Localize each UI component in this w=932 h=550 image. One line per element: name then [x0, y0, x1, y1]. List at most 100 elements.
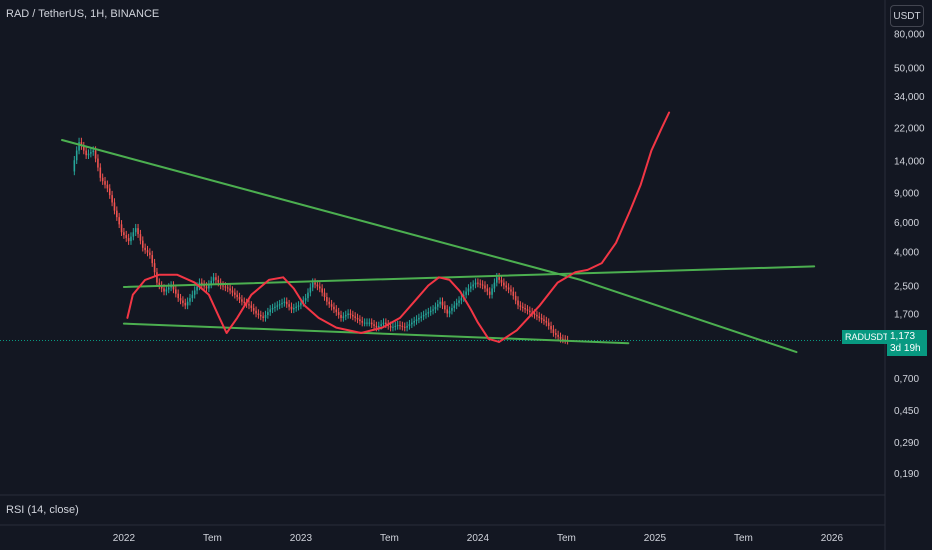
candle-body: [538, 316, 541, 318]
candle-body: [335, 309, 338, 313]
candle-body: [189, 298, 191, 302]
candle-body: [368, 322, 371, 324]
candle-body: [97, 158, 99, 168]
y-tick-label: 80,000: [894, 30, 925, 41]
candle-body: [543, 319, 545, 322]
candle-body: [328, 301, 331, 305]
candle-body: [259, 314, 262, 317]
candle-body: [455, 302, 458, 306]
candle-body: [196, 286, 198, 291]
chart-title: RAD / TetherUS, 1H, BINANCE: [6, 8, 160, 20]
candle-body: [134, 228, 137, 233]
candle-body: [330, 304, 333, 307]
candle-body: [184, 302, 187, 306]
candle-body: [392, 326, 394, 328]
candle-body: [361, 321, 364, 323]
candle-body: [465, 291, 467, 295]
x-tick-label: 2024: [467, 533, 490, 544]
y-tick-label: 0,290: [894, 438, 919, 449]
candle-body: [486, 288, 489, 292]
candle-body: [521, 306, 524, 309]
candle-body: [316, 284, 319, 287]
candle-body: [444, 305, 446, 310]
candle-body: [307, 292, 309, 299]
candle-body: [488, 291, 491, 295]
candle-body: [300, 302, 302, 306]
candle-body: [309, 287, 312, 293]
candle-body: [146, 250, 149, 253]
candle-body: [92, 150, 95, 153]
x-tick-label: 2022: [113, 533, 136, 544]
candle-body: [479, 283, 482, 285]
candle-body: [477, 282, 479, 284]
candle-body: [427, 312, 430, 314]
candle-body: [340, 314, 342, 318]
candle-body: [333, 306, 335, 310]
neckline-trendline: [122, 265, 816, 288]
candle-body: [304, 298, 307, 301]
candle-body: [87, 153, 90, 156]
x-tick-label: Tem: [557, 533, 576, 544]
candle-body: [363, 322, 366, 324]
candle-body: [425, 313, 427, 315]
candle-body: [288, 304, 290, 307]
candle-body: [321, 288, 323, 293]
candle-body: [153, 263, 156, 273]
candle-body: [165, 289, 168, 292]
candle-body: [557, 334, 559, 337]
candle-body: [156, 272, 158, 283]
candle-body: [366, 322, 368, 324]
candle-body: [529, 310, 531, 313]
candle-body: [545, 321, 548, 323]
currency-button[interactable]: USDT: [890, 5, 924, 27]
price-chart[interactable]: 80,000 50,000 34,000 22,000 14,000 9,000 6,000…: [0, 0, 932, 550]
candle-body: [101, 177, 104, 182]
candle-body: [413, 321, 415, 323]
upper-resistance-trendline: [61, 139, 798, 354]
candle-body: [295, 306, 297, 309]
candle-body: [269, 309, 272, 313]
candle-body: [175, 289, 177, 294]
candle-body: [337, 312, 340, 315]
candle-body: [113, 202, 116, 211]
candle-body: [470, 286, 472, 289]
candle-body: [252, 308, 255, 311]
candle-body: [123, 232, 125, 236]
candle-body: [167, 287, 170, 290]
candle-body: [215, 277, 217, 280]
candle-body: [212, 277, 215, 281]
candle-body: [271, 308, 274, 310]
last-price-tag: 1,173 3d 19h: [887, 330, 927, 356]
y-tick-label: 50,000: [894, 64, 925, 75]
candle-body: [394, 325, 397, 327]
candle-body: [481, 284, 484, 286]
candle-body: [382, 322, 385, 325]
candle-body: [326, 297, 328, 302]
candle-body: [217, 279, 220, 283]
candle-body: [408, 324, 411, 326]
candle-body: [559, 336, 562, 339]
candle-body: [491, 288, 493, 295]
candle-body: [139, 234, 142, 241]
candle-body: [238, 297, 241, 300]
candle-body: [118, 217, 120, 225]
candle-body: [127, 238, 130, 242]
candle-body: [278, 304, 281, 306]
candle-body: [78, 141, 80, 151]
candle-body: [396, 325, 399, 327]
candle-body: [224, 286, 227, 288]
candle-body: [554, 333, 557, 335]
y-tick-label: 6,000: [894, 218, 919, 229]
candle-body: [104, 181, 106, 185]
candle-body: [323, 292, 326, 298]
candle-body: [99, 167, 102, 178]
candle-body: [179, 298, 182, 301]
candle-body: [177, 293, 179, 299]
candle-body: [276, 305, 279, 307]
candle-body: [347, 313, 349, 315]
candle-body: [262, 316, 264, 318]
candle-body: [453, 305, 456, 309]
candle-body: [349, 313, 352, 315]
x-tick-label: Tem: [380, 533, 399, 544]
candle-body: [359, 319, 361, 322]
